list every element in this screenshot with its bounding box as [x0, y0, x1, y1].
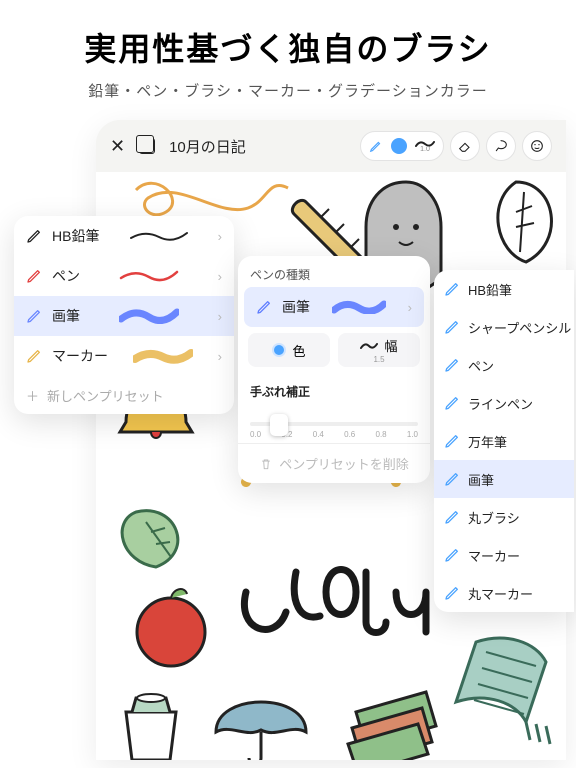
pen-type-row[interactable]: シャープペンシル — [434, 308, 574, 346]
stroke-preview-icon — [119, 268, 179, 284]
width-wave-icon — [360, 342, 378, 350]
chevron-right-icon: › — [218, 349, 222, 364]
pencil-icon — [444, 281, 460, 297]
chevron-right-icon: › — [218, 229, 222, 244]
brush-type-row[interactable]: 画筆 › — [244, 287, 424, 327]
eraser-button[interactable] — [450, 131, 480, 161]
chevron-right-icon: › — [408, 300, 412, 315]
hero-subtitle: 鉛筆・ペン・ブラシ・マーカー・グラデーションカラー — [20, 80, 556, 101]
pen-type-label: HB鉛筆 — [468, 280, 512, 299]
preset-label: 画筆 — [52, 306, 80, 326]
chevron-right-icon: › — [218, 309, 222, 324]
toolbar: ✕ 10月の日記 1.0 — [96, 120, 566, 172]
pencil-icon — [444, 433, 460, 449]
stabilize-slider[interactable] — [250, 422, 418, 426]
pen-type-row[interactable]: 丸ブラシ — [434, 498, 574, 536]
document-title[interactable]: 10月の日記 — [169, 136, 246, 157]
close-button[interactable]: ✕ — [110, 136, 125, 157]
pencil-icon — [444, 319, 460, 335]
pencil-icon — [444, 395, 460, 411]
slider-tick: 0.4 — [313, 430, 324, 439]
pen-type-label: マーカー — [468, 546, 520, 565]
preset-row[interactable]: 画筆 › — [14, 296, 234, 336]
pencil-icon — [26, 268, 42, 284]
pen-type-row[interactable]: ラインペン — [434, 384, 574, 422]
width-value: 1.5 — [373, 355, 384, 364]
pencil-icon — [369, 139, 383, 153]
stabilize-heading: 手ぶれ補正 — [238, 373, 430, 404]
preset-label: マーカー — [52, 346, 108, 366]
delete-preset-button[interactable]: ペンプリセットを削除 — [238, 443, 430, 483]
pencil-icon — [256, 299, 272, 315]
eraser-icon — [457, 138, 473, 154]
pen-type-row[interactable]: 丸マーカー — [434, 574, 574, 612]
plus-icon: ＋ — [26, 386, 39, 405]
pen-type-label: 丸ブラシ — [468, 508, 520, 527]
preset-row[interactable]: マーカー › — [14, 336, 234, 376]
pencil-icon — [444, 547, 460, 563]
preset-label: HB鉛筆 — [52, 226, 99, 246]
pen-type-label: ペン — [468, 356, 494, 375]
preset-label: ペン — [52, 266, 80, 286]
add-preset-label: 新しペンプリセット — [47, 386, 164, 405]
color-dot-icon — [272, 343, 286, 357]
width-label: 幅 — [384, 336, 397, 355]
color-swatch-icon — [391, 138, 407, 154]
pencil-icon — [444, 357, 460, 373]
pencil-icon — [444, 585, 460, 601]
lasso-icon — [493, 138, 509, 154]
pen-type-label: 画筆 — [468, 470, 494, 489]
color-selector[interactable]: 色 — [248, 333, 330, 367]
trash-icon — [259, 457, 273, 471]
brush-detail-panel: ペンの種類 画筆 › 色 幅 1.5 手ぶれ補正 0.00.20.40.60.8… — [238, 256, 430, 483]
slider-tick: 1.0 — [407, 430, 418, 439]
smiley-icon — [529, 138, 545, 154]
pencil-icon — [26, 308, 42, 324]
pen-type-label: ラインペン — [468, 394, 533, 413]
slider-thumb[interactable] — [270, 414, 288, 436]
sticker-button[interactable] — [522, 131, 552, 161]
pencil-icon — [444, 471, 460, 487]
pencil-icon — [26, 228, 42, 244]
hero-title: 実用性基づく独自のブラシ — [20, 24, 556, 70]
stroke-width-label: 1.0 — [420, 146, 430, 153]
pen-type-label: 万年筆 — [468, 432, 507, 451]
brush-settings-pill[interactable]: 1.0 — [360, 131, 444, 161]
brush-preset-panel: HB鉛筆 › ペン › 画筆 › マーカー › ＋ 新しペンプリセット — [14, 216, 234, 414]
pen-type-label: シャープペンシル — [468, 318, 571, 337]
pen-type-row[interactable]: マーカー — [434, 536, 574, 574]
add-preset-button[interactable]: ＋ 新しペンプリセット — [14, 376, 234, 414]
pen-type-row[interactable]: 万年筆 — [434, 422, 574, 460]
pen-type-row[interactable]: ペン — [434, 346, 574, 384]
pen-type-row[interactable]: HB鉛筆 — [434, 270, 574, 308]
brush-stroke-preview — [332, 300, 386, 314]
chevron-right-icon: › — [218, 269, 222, 284]
pen-type-heading: ペンの種類 — [238, 256, 430, 287]
stroke-preview-icon — [129, 228, 189, 244]
stroke-preview-icon — [133, 348, 193, 364]
pen-type-list-panel: HB鉛筆シャープペンシルペンラインペン万年筆画筆丸ブラシマーカー丸マーカー — [434, 270, 574, 612]
width-selector[interactable]: 幅 1.5 — [338, 333, 420, 367]
stroke-preview-icon — [119, 308, 179, 324]
pen-type-label: 丸マーカー — [468, 584, 533, 603]
brush-type-label: 画筆 — [282, 297, 310, 317]
lasso-button[interactable] — [486, 131, 516, 161]
preset-row[interactable]: HB鉛筆 › — [14, 216, 234, 256]
duplicate-icon[interactable] — [139, 138, 155, 154]
slider-tick: 0.6 — [344, 430, 355, 439]
color-label: 色 — [292, 341, 305, 360]
slider-tick: 0.8 — [376, 430, 387, 439]
pencil-icon — [444, 509, 460, 525]
delete-preset-label: ペンプリセットを削除 — [279, 454, 409, 473]
pencil-icon — [26, 348, 42, 364]
preset-row[interactable]: ペン › — [14, 256, 234, 296]
slider-tick: 0.0 — [250, 430, 261, 439]
pen-type-row[interactable]: 画筆 — [434, 460, 574, 498]
